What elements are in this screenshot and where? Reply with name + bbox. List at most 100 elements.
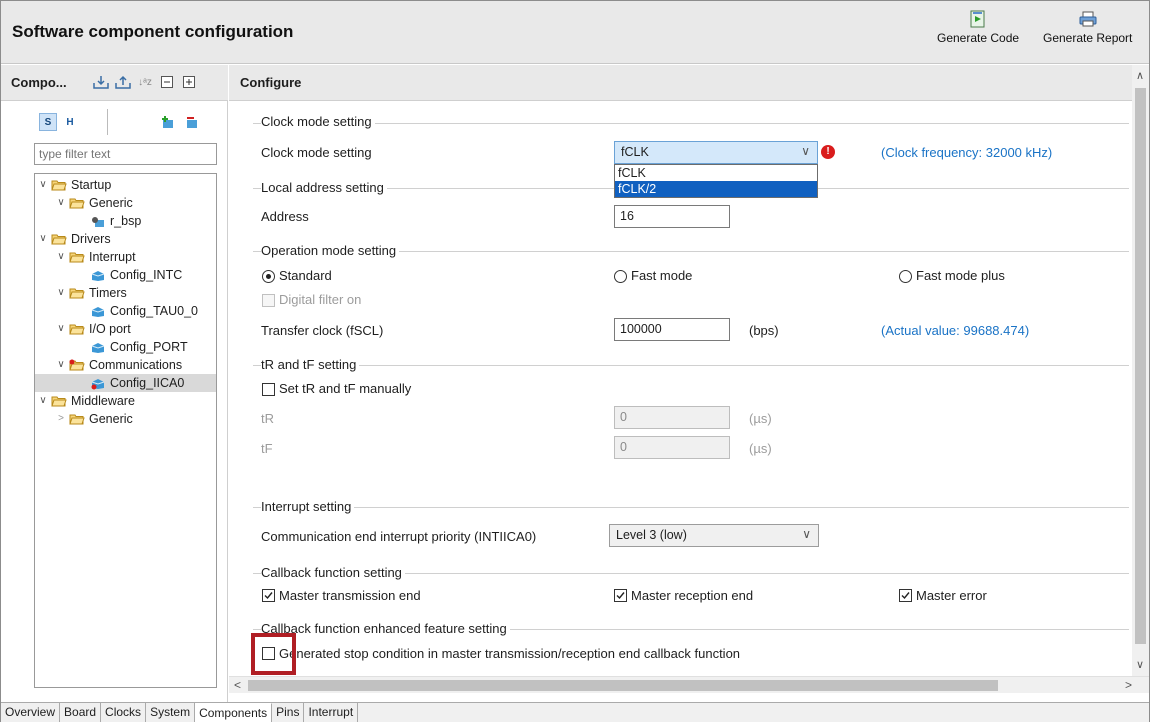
export-icon[interactable] xyxy=(115,74,131,90)
tree-item-label: Startup xyxy=(71,178,112,192)
chevron-down-icon[interactable]: ∨ xyxy=(55,194,67,212)
transfer-clock-input[interactable]: 100000 xyxy=(614,318,730,341)
tree-item-timers[interactable]: ∨ Timers xyxy=(55,284,127,302)
chevron-right-icon[interactable]: > xyxy=(55,410,67,428)
group-title: Local address setting xyxy=(261,180,387,195)
master-transmission-end-checkbox[interactable] xyxy=(262,589,275,602)
tree-item-middleware[interactable]: ∨ Middleware xyxy=(37,392,135,410)
tab-pins[interactable]: Pins xyxy=(272,703,305,722)
tab-overview[interactable]: Overview xyxy=(1,703,61,722)
tree-item-r-bsp[interactable]: r_bsp xyxy=(91,212,141,230)
tree-item-label: Timers xyxy=(89,286,127,300)
fast-mode-plus-label: Fast mode plus xyxy=(916,268,1005,283)
error-icon: ! xyxy=(821,145,835,159)
folder-open-warning-icon xyxy=(69,359,85,371)
tree-item-drivers[interactable]: ∨ Drivers xyxy=(37,230,110,248)
filter-input[interactable] xyxy=(34,143,217,165)
report-printer-icon xyxy=(1079,7,1097,31)
chevron-down-icon[interactable]: ∨ xyxy=(37,230,49,248)
horizontal-scroll-thumb[interactable] xyxy=(248,680,998,691)
add-component-icon[interactable] xyxy=(161,115,175,132)
dropdown-option-fclk[interactable]: fCLK xyxy=(615,165,817,181)
import-icon[interactable] xyxy=(93,74,109,90)
tab-clocks[interactable]: Clocks xyxy=(101,703,147,722)
folder-open-icon xyxy=(51,233,67,245)
folder-open-icon xyxy=(51,395,67,407)
generated-stop-condition-label: Generated stop condition in master trans… xyxy=(279,646,741,661)
fast-mode-plus-radio[interactable] xyxy=(899,270,912,283)
master-reception-end-label: Master reception end xyxy=(631,588,754,603)
tree-item-config-port[interactable]: Config_PORT xyxy=(91,338,188,356)
chevron-down-icon[interactable]: ∨ xyxy=(55,284,67,302)
group-title: tR and tF setting xyxy=(261,357,360,372)
dropdown-option-fclk-2[interactable]: fCLK/2 xyxy=(615,181,817,197)
chevron-down-icon[interactable]: ∨ xyxy=(37,176,49,194)
transfer-clock-unit: (bps) xyxy=(749,323,779,338)
tree-item-label: Interrupt xyxy=(89,250,136,264)
chevron-down-icon[interactable]: ∨ xyxy=(55,320,67,338)
tab-interrupt[interactable]: Interrupt xyxy=(304,703,359,722)
standard-label: Standard xyxy=(279,268,332,283)
master-transmission-end-label: Master transmission end xyxy=(279,588,421,603)
category-view-icon[interactable]: S xyxy=(39,113,57,131)
collapse-all-icon[interactable] xyxy=(159,74,175,90)
tree-item-middleware-generic[interactable]: > Generic xyxy=(55,410,133,428)
address-input[interactable]: 16 xyxy=(614,205,730,228)
horizontal-scrollbar[interactable]: < > xyxy=(229,676,1149,693)
remove-component-icon[interactable] xyxy=(185,115,199,132)
fast-mode-radio[interactable] xyxy=(614,270,627,283)
tree-item-label: I/O port xyxy=(89,322,131,336)
actual-value-note: (Actual value: 99688.474) xyxy=(881,323,1030,338)
tree-item-generic[interactable]: ∨ Generic xyxy=(55,194,132,212)
tree-item-interrupt[interactable]: ∨ Interrupt xyxy=(55,248,136,266)
chevron-down-icon[interactable]: ∨ xyxy=(37,392,49,410)
scroll-right-icon[interactable]: > xyxy=(1125,678,1132,692)
clock-mode-select[interactable]: fCLK ∨ xyxy=(614,141,818,164)
tree-item-startup[interactable]: ∨ Startup xyxy=(37,176,111,194)
standard-radio[interactable] xyxy=(262,270,275,283)
group-title: Callback function enhanced feature setti… xyxy=(261,621,510,636)
tree-item-label: Config_PORT xyxy=(110,340,188,354)
tree-item-config-iica0[interactable]: Config_IICA0 xyxy=(35,374,216,392)
vertical-scroll-thumb[interactable] xyxy=(1135,88,1146,644)
tree-item-label: Config_INTC xyxy=(110,268,183,282)
fast-mode-label: Fast mode xyxy=(631,268,693,283)
vertical-scrollbar[interactable]: ∧ ∨ xyxy=(1132,65,1149,676)
tree-item-communications[interactable]: ∨ Communications xyxy=(55,356,182,374)
scroll-up-icon[interactable]: ∧ xyxy=(1136,69,1144,82)
tree-item-config-intc[interactable]: Config_INTC xyxy=(91,266,182,284)
scroll-left-icon[interactable]: < xyxy=(234,678,241,692)
chevron-down-icon[interactable]: ∨ xyxy=(55,356,67,374)
tab-system[interactable]: System xyxy=(146,703,196,722)
hardware-view-icon[interactable]: H xyxy=(61,113,79,131)
tf-unit: (µs) xyxy=(749,441,772,456)
tree-item-label: Config_IICA0 xyxy=(110,376,185,390)
tab-board[interactable]: Board xyxy=(60,703,102,722)
master-error-checkbox[interactable] xyxy=(899,589,912,602)
chevron-down-icon[interactable]: ∨ xyxy=(55,248,67,266)
clock-mode-label: Clock mode setting xyxy=(261,145,372,160)
expand-all-icon[interactable] xyxy=(181,74,197,90)
tree-item-io-port[interactable]: ∨ I/O port xyxy=(55,320,131,338)
sort-alpha-icon[interactable]: ↓ᵃz xyxy=(137,74,153,90)
tf-input[interactable]: 0 xyxy=(614,436,730,459)
scroll-down-icon[interactable]: ∨ xyxy=(1136,658,1144,671)
set-tr-tf-manually-checkbox[interactable] xyxy=(262,383,275,396)
components-pane-header: Compo... ↓ᵃz xyxy=(1,65,228,101)
tf-label: tF xyxy=(261,441,273,456)
tree-item-config-tau0-0[interactable]: Config_TAU0_0 xyxy=(91,302,198,320)
transfer-clock-label: Transfer clock (fSCL) xyxy=(261,323,384,338)
digital-filter-checkbox[interactable] xyxy=(262,294,275,307)
config-component-warning-icon xyxy=(91,377,105,390)
generate-code-button[interactable]: Generate Code xyxy=(937,7,1019,45)
page-title: Software component configuration xyxy=(12,22,294,41)
configure-title: Configure xyxy=(240,75,302,90)
master-reception-end-checkbox[interactable] xyxy=(614,589,627,602)
generate-report-button[interactable]: Generate Report xyxy=(1043,7,1132,45)
interrupt-priority-select[interactable]: Level 3 (low) ∨ xyxy=(609,524,819,547)
tab-components[interactable]: Components xyxy=(195,703,273,722)
folder-open-icon xyxy=(69,197,85,209)
toolbar-separator xyxy=(107,109,108,135)
interrupt-group xyxy=(253,507,1129,508)
tr-input[interactable]: 0 xyxy=(614,406,730,429)
